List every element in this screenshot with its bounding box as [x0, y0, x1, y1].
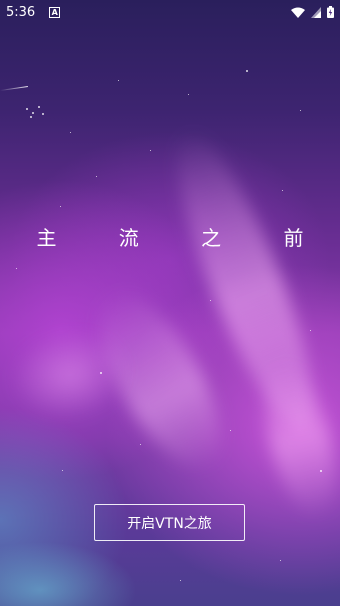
app-title: 主 流 之 前	[36, 226, 332, 250]
status-time: 5:36	[6, 4, 36, 20]
signal-icon	[311, 6, 321, 18]
notification-badge-icon: A	[49, 6, 61, 18]
battery-charging-icon	[327, 6, 334, 18]
wifi-icon	[291, 7, 305, 18]
start-journey-button[interactable]: 开启VTN之旅	[94, 504, 245, 541]
status-bar: 5:36 A	[0, 0, 340, 24]
status-icons	[291, 6, 334, 18]
splash-screen: 5:36 A 主 流 之 前 开启VTN之旅	[0, 0, 340, 606]
